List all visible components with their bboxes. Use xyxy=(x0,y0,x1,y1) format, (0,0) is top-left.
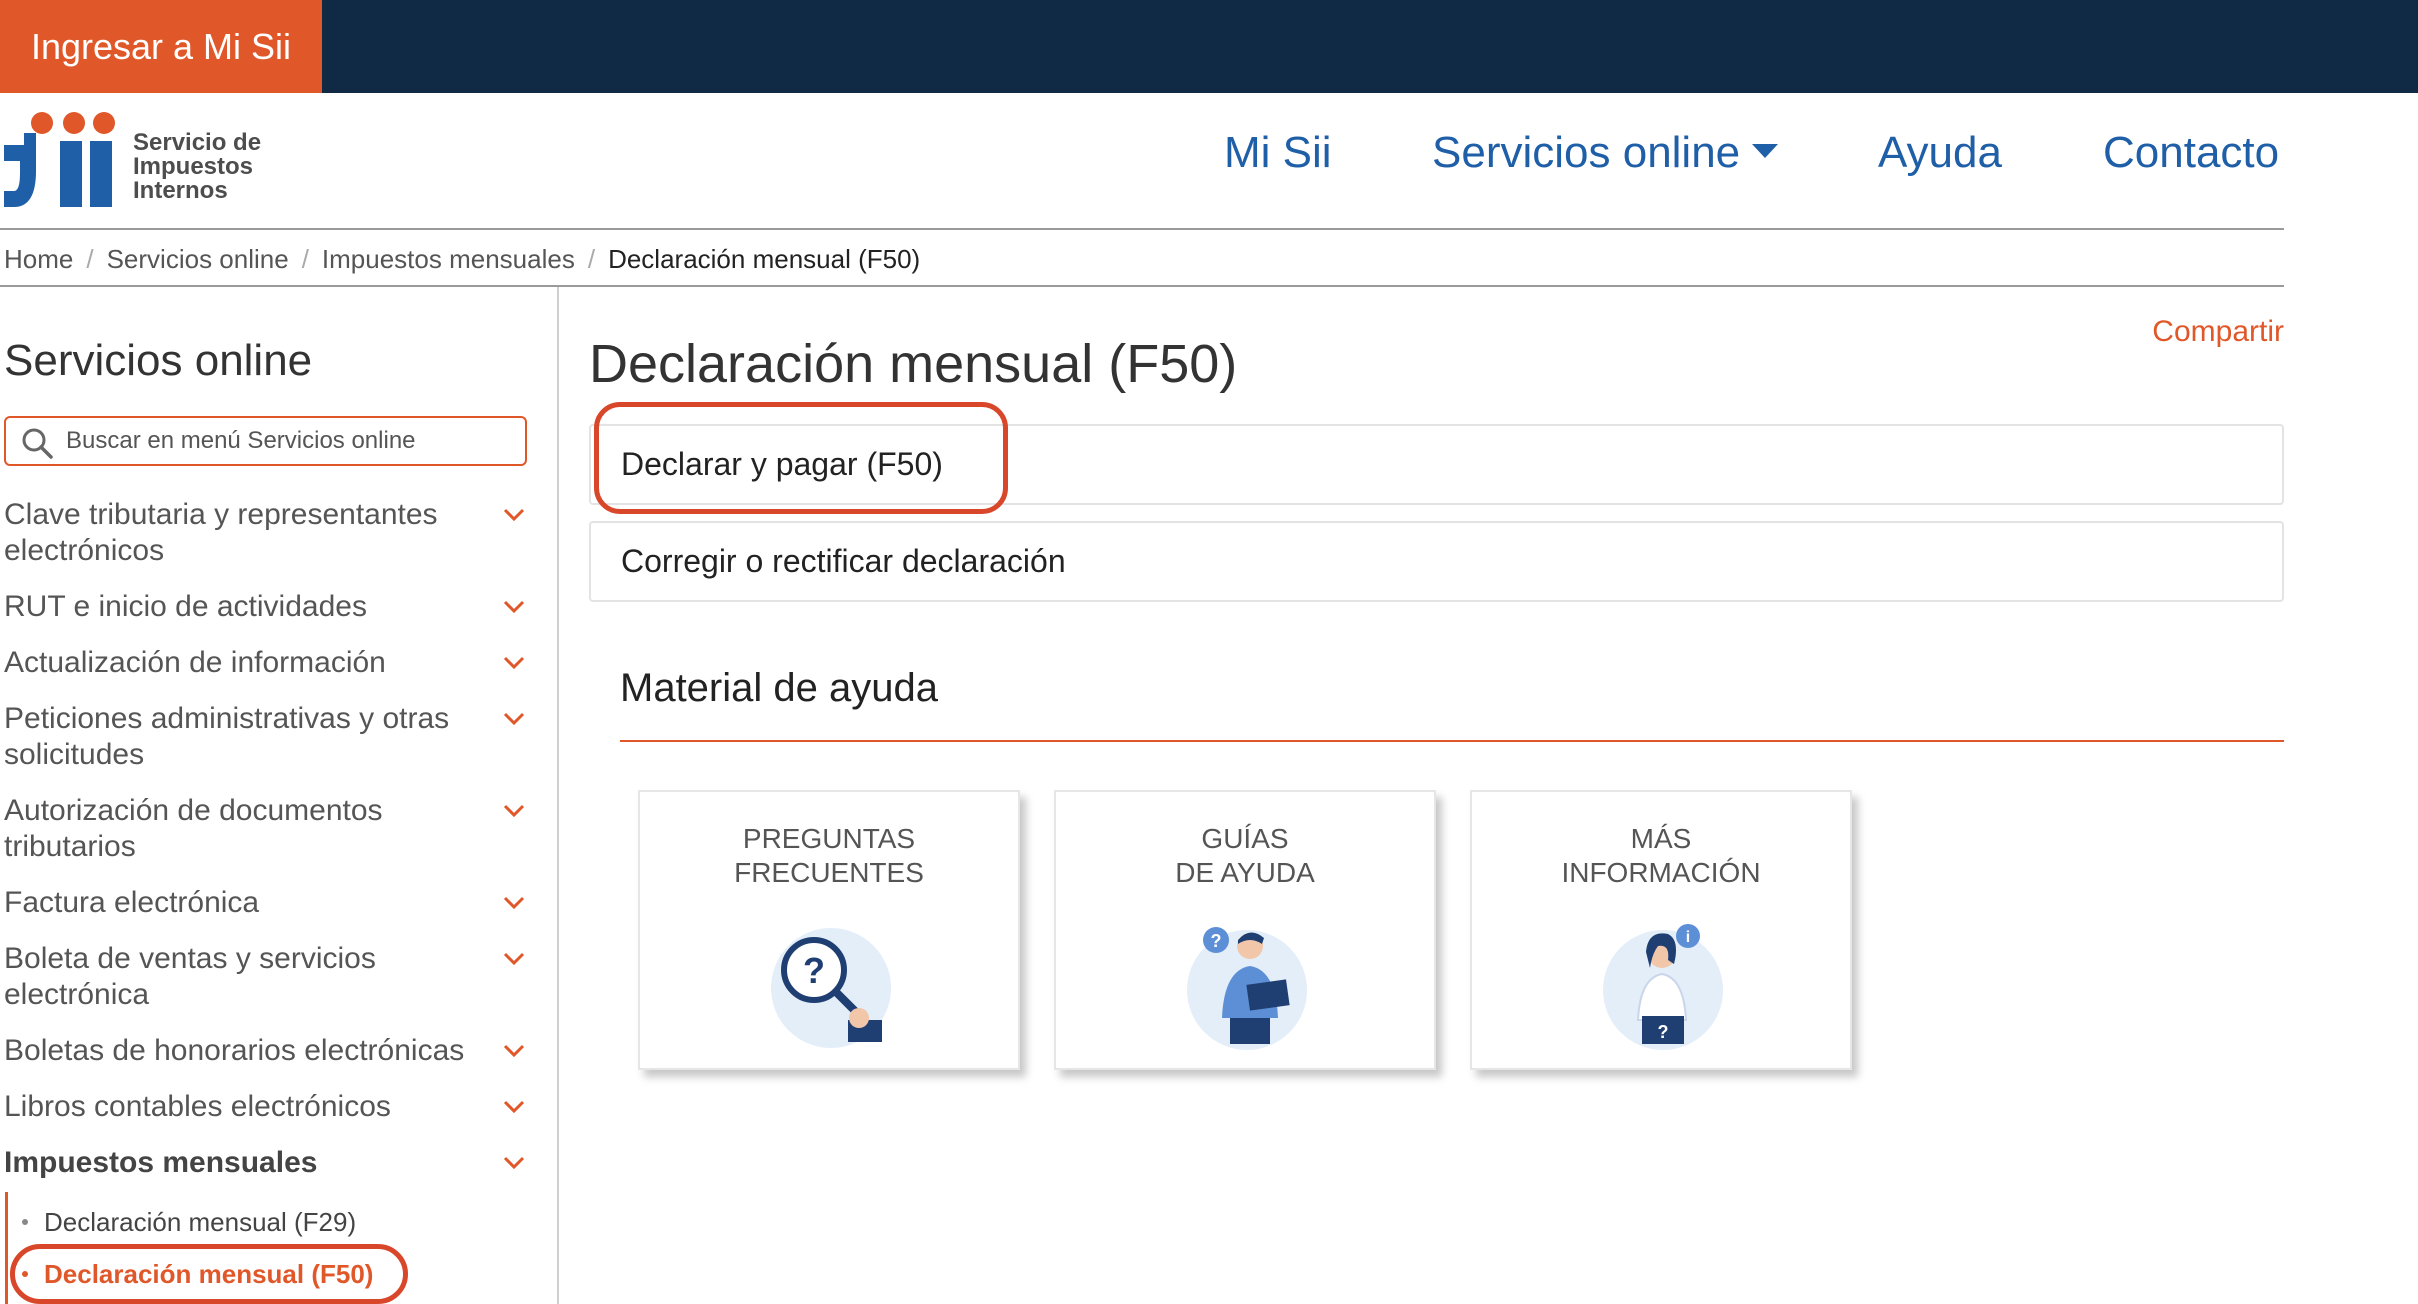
submenu-item-f50[interactable]: Declaración mensual (F50) xyxy=(22,1259,373,1289)
nav-ayuda-label: Ayuda xyxy=(1878,128,2002,177)
option-label: Corregir o rectificar declaración xyxy=(621,543,1066,579)
sidebar-item-label: Peticiones administrativas y otras solic… xyxy=(4,702,450,771)
bullet-icon xyxy=(22,1271,28,1278)
login-mi-sii-button[interactable]: Ingresar a Mi Sii xyxy=(0,0,322,93)
chevron-down-icon[interactable] xyxy=(501,1149,527,1175)
chevron-down-icon[interactable] xyxy=(501,593,527,619)
sidebar-item-factura[interactable]: Factura electrónica xyxy=(4,885,527,921)
nav-contacto[interactable]: Contacto xyxy=(2103,128,2279,178)
person-reading-guide-icon: ? xyxy=(1187,927,1307,1050)
svg-text:i: i xyxy=(1686,929,1690,946)
chevron-down-icon[interactable] xyxy=(501,797,527,823)
chevron-down-icon[interactable] xyxy=(501,1037,527,1063)
submenu-item-label: Declaración mensual (F29) xyxy=(44,1207,357,1237)
sidebar-item-label: Boletas de honorarios electrónicas xyxy=(4,1034,465,1067)
share-link[interactable]: Compartir xyxy=(2152,315,2284,349)
card-title: PREGUNTAS FRECUENTES xyxy=(640,822,1018,890)
submenu-item-label: Declaración mensual (F50) xyxy=(44,1259,374,1289)
card-guias-de-ayuda[interactable]: GUÍAS DE AYUDA ? xyxy=(1054,790,1436,1070)
sidebar-item-boleta-ventas[interactable]: Boleta de ventas y servicios electrónica xyxy=(4,941,527,1013)
breadcrumb-divider xyxy=(0,285,2284,287)
question-magnifier-icon: ? xyxy=(771,928,891,1048)
breadcrumb-servicios-online[interactable]: Servicios online xyxy=(107,244,289,274)
sidebar-title: Servicios online xyxy=(4,336,313,385)
sidebar-item-label: Libros contables electrónicos xyxy=(4,1090,391,1123)
breadcrumb-separator: / xyxy=(86,244,94,274)
submenu-item-f29[interactable]: Declaración mensual (F29) xyxy=(22,1207,356,1237)
breadcrumb: Home / Servicios online / Impuestos mensuale… xyxy=(4,244,920,274)
card-title: MÁS INFORMACIÓN xyxy=(1472,822,1850,890)
sidebar-item-label: RUT e inicio de actividades xyxy=(4,590,367,623)
breadcrumb-separator: / xyxy=(301,244,309,274)
breadcrumb-current: Declaración mensual (F50) xyxy=(608,244,921,274)
header-divider xyxy=(0,228,2284,230)
sidebar-item-label: Boleta de ventas y servicios electrónica xyxy=(4,942,376,1011)
sidebar-item-label: Autorización de documentos tributarios xyxy=(4,794,383,863)
sidebar-item-honorarios[interactable]: Boletas de honorarios electrónicas xyxy=(4,1033,527,1069)
sidebar-item-rut[interactable]: RUT e inicio de actividades xyxy=(4,589,527,625)
card-title-line-2: INFORMACIÓN xyxy=(1561,857,1761,888)
card-preguntas-frecuentes[interactable]: PREGUNTAS FRECUENTES ? xyxy=(638,790,1020,1070)
svg-text:?: ? xyxy=(1211,931,1222,951)
nav-servicios-online-label: Servicios online xyxy=(1432,128,1741,177)
breadcrumb-separator: / xyxy=(587,244,596,274)
nav-contacto-label: Contacto xyxy=(2103,128,2280,177)
nav-ayuda[interactable]: Ayuda xyxy=(1878,128,2002,178)
sidebar-item-label: Impuestos mensuales xyxy=(4,1146,318,1179)
chevron-down-icon[interactable] xyxy=(501,889,527,915)
sidebar-item-label: Factura electrónica xyxy=(4,886,260,919)
sidebar-search-input[interactable] xyxy=(66,424,516,458)
sidebar-item-actualizacion[interactable]: Actualización de información xyxy=(4,645,527,681)
sidebar-item-peticiones[interactable]: Peticiones administrativas y otras solic… xyxy=(4,701,527,773)
sidebar-item-impuestos-mensuales[interactable]: Impuestos mensuales xyxy=(4,1145,527,1181)
card-title-line-2: FRECUENTES xyxy=(734,857,924,888)
bullet-icon xyxy=(22,1219,28,1226)
chevron-down-icon[interactable] xyxy=(501,705,527,731)
sidebar-item-libros[interactable]: Libros contables electrónicos xyxy=(4,1089,527,1125)
svg-text:?: ? xyxy=(1658,1022,1669,1042)
card-title-line-1: PREGUNTAS xyxy=(742,823,916,854)
declarar-pagar-f50-option[interactable]: Declarar y pagar (F50) xyxy=(589,424,2284,505)
card-mas-informacion[interactable]: MÁS INFORMACIÓN i ? xyxy=(1470,790,1852,1070)
sidebar-item-clave-tributaria[interactable]: Clave tributaria y representantes electr… xyxy=(4,497,527,569)
chevron-down-icon[interactable] xyxy=(501,1093,527,1119)
chevron-down-icon[interactable] xyxy=(501,945,527,971)
submenu-indicator xyxy=(5,1192,8,1304)
sidebar-search xyxy=(4,416,527,466)
option-label: Declarar y pagar (F50) xyxy=(621,446,943,482)
person-info-icon: i ? xyxy=(1603,924,1723,1050)
breadcrumb-home[interactable]: Home xyxy=(4,244,73,274)
help-material-title: Material de ayuda xyxy=(620,666,938,710)
breadcrumb-impuestos-mensuales[interactable]: Impuestos mensuales xyxy=(322,244,575,274)
help-material-divider xyxy=(620,740,2284,742)
sidebar-item-autorizacion[interactable]: Autorización de documentos tributarios xyxy=(4,793,527,865)
top-bar: Ingresar a Mi Sii xyxy=(0,0,2418,93)
card-title: GUÍAS DE AYUDA xyxy=(1056,822,1434,890)
corregir-rectificar-option[interactable]: Corregir o rectificar declaración xyxy=(589,521,2284,602)
chevron-down-icon[interactable] xyxy=(501,501,527,527)
caret-down-icon xyxy=(1752,144,1779,159)
main-nav: Mi Sii Servicios online Ayuda Contacto xyxy=(0,128,2418,188)
sidebar-item-label: Clave tributaria y representantes electr… xyxy=(4,498,438,567)
nav-mi-sii-label: Mi Sii xyxy=(1224,128,1332,177)
svg-text:?: ? xyxy=(803,950,825,991)
sidebar-divider xyxy=(557,287,559,1304)
card-title-line-1: GUÍAS xyxy=(1201,823,1289,854)
nav-servicios-online[interactable]: Servicios online xyxy=(1432,128,1779,178)
chevron-down-icon[interactable] xyxy=(501,649,527,675)
card-title-line-2: DE AYUDA xyxy=(1175,857,1315,888)
search-icon xyxy=(22,428,53,459)
sidebar-item-label: Actualización de información xyxy=(4,646,386,679)
nav-mi-sii[interactable]: Mi Sii xyxy=(1224,128,1332,178)
card-title-line-1: MÁS xyxy=(1630,823,1692,854)
page-title: Declaración mensual (F50) xyxy=(589,334,1238,394)
